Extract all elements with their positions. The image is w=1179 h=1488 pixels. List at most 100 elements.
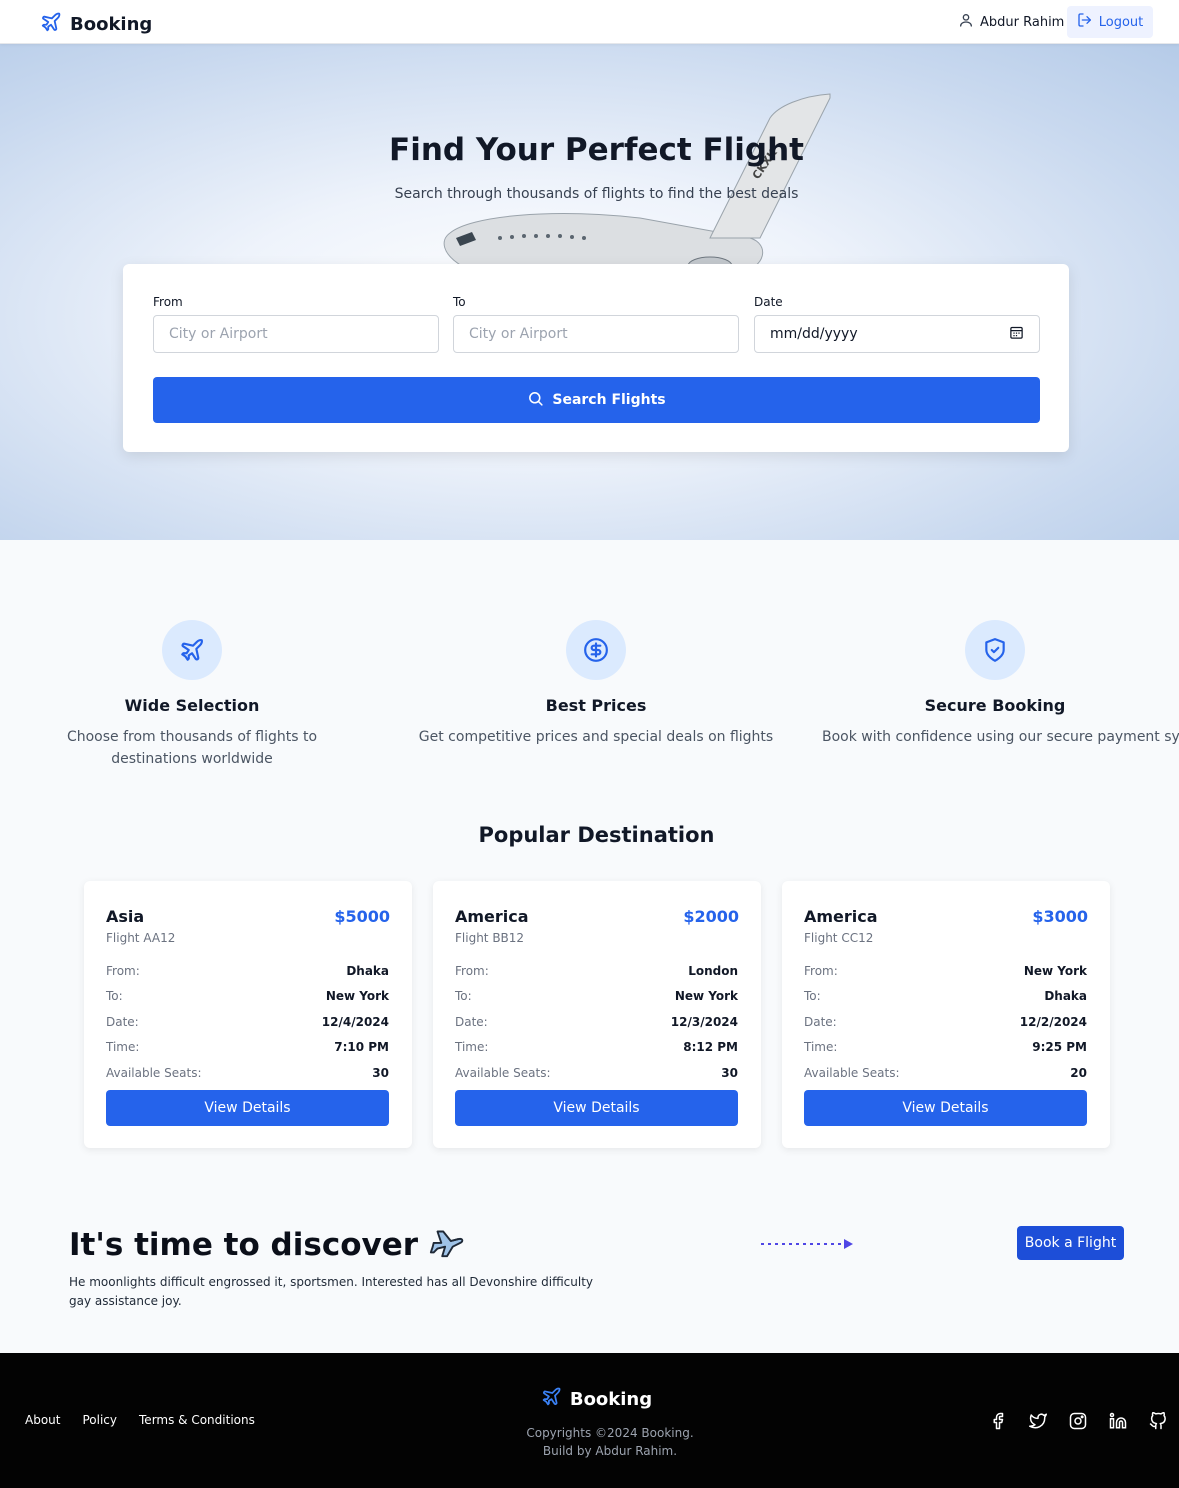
discover-description: He moonlights difficult engrossed it, sp… bbox=[69, 1275, 594, 1308]
to-row: To: New York bbox=[106, 989, 389, 1003]
logout-label: Logout bbox=[1098, 14, 1144, 30]
seats-value: 30 bbox=[721, 1066, 738, 1080]
flight-search-form: From To Date mm/dd/yyyy Search Flights bbox=[123, 264, 1069, 452]
time-row: Time: 8:12 PM bbox=[455, 1040, 738, 1054]
feature-title: Best Prices bbox=[545, 696, 647, 715]
calendar-icon[interactable] bbox=[1009, 325, 1024, 344]
logout-button[interactable]: Logout bbox=[1067, 6, 1153, 38]
time-key: Time: bbox=[804, 1040, 838, 1054]
destination-card: America $2000 Flight BB12 From: London To… bbox=[433, 881, 761, 1148]
facebook-icon[interactable] bbox=[988, 1411, 1008, 1431]
from-input[interactable] bbox=[153, 315, 439, 353]
time-value: 9:25 PM bbox=[1032, 1040, 1087, 1054]
popular-destination-title: Popular Destination bbox=[478, 823, 715, 847]
search-flights-label: Search Flights bbox=[552, 392, 666, 408]
to-key: To: bbox=[106, 989, 123, 1003]
seats-key: Available Seats: bbox=[804, 1066, 900, 1080]
time-key: Time: bbox=[455, 1040, 489, 1054]
from-value: Dhaka bbox=[346, 964, 389, 978]
to-input[interactable] bbox=[453, 315, 739, 353]
feature-wide-selection: Wide Selection Choose from thousands of … bbox=[2, 620, 382, 770]
to-key: To: bbox=[455, 989, 472, 1003]
date-key: Date: bbox=[804, 1015, 837, 1029]
to-value: New York bbox=[674, 989, 738, 1003]
flight-number: Flight CC12 bbox=[804, 931, 874, 945]
logout-icon bbox=[1077, 12, 1093, 32]
user-name: Abdur Rahim bbox=[980, 14, 1065, 30]
search-flights-button[interactable]: Search Flights bbox=[153, 377, 1040, 423]
time-key: Time: bbox=[106, 1040, 140, 1054]
feature-description: Book with confidence using our secure pa… bbox=[822, 729, 1179, 745]
linkedin-icon[interactable] bbox=[1108, 1411, 1128, 1431]
github-icon[interactable] bbox=[1148, 1411, 1168, 1431]
time-value: 7:10 PM bbox=[334, 1040, 389, 1054]
airplane-emoji-icon bbox=[428, 1222, 466, 1268]
feature-description: Get competitive prices and special deals… bbox=[418, 729, 774, 745]
to-value: New York bbox=[325, 989, 389, 1003]
dashed-arrow-icon bbox=[761, 1239, 853, 1249]
plane-icon bbox=[541, 1386, 562, 1412]
view-details-button[interactable]: View Details bbox=[106, 1090, 389, 1126]
dollar-icon bbox=[566, 620, 626, 680]
time-row: Time: 7:10 PM bbox=[106, 1040, 389, 1054]
date-value: 12/4/2024 bbox=[321, 1015, 389, 1029]
date-value: mm/dd/yyyy bbox=[770, 326, 858, 342]
feature-description: Choose from thousands of flights to dest… bbox=[66, 729, 318, 767]
hero-title: Find Your Perfect Flight bbox=[389, 132, 804, 168]
time-row: Time: 9:25 PM bbox=[804, 1040, 1087, 1054]
view-details-button[interactable]: View Details bbox=[455, 1090, 738, 1126]
time-value: 8:12 PM bbox=[683, 1040, 738, 1054]
destination-region: America bbox=[455, 907, 529, 926]
date-key: Date: bbox=[106, 1015, 139, 1029]
footer-brand[interactable]: Booking bbox=[0, 1386, 1179, 1412]
flight-number: Flight BB12 bbox=[455, 931, 525, 945]
book-a-flight-button[interactable]: Book a Flight bbox=[1017, 1226, 1124, 1260]
from-key: From: bbox=[804, 964, 838, 978]
date-value: 12/3/2024 bbox=[670, 1015, 738, 1029]
credit-text: Build by Abdur Rahim. bbox=[542, 1444, 678, 1458]
seats-value: 20 bbox=[1070, 1066, 1087, 1080]
social-links bbox=[988, 1411, 1168, 1431]
from-key: From: bbox=[455, 964, 489, 978]
destination-price: $3000 bbox=[1032, 907, 1088, 926]
seats-row: Available Seats: 30 bbox=[455, 1066, 738, 1080]
from-value: London bbox=[688, 964, 738, 978]
feature-title: Secure Booking bbox=[924, 696, 1066, 715]
feature-best-prices: Best Prices Get competitive prices and s… bbox=[406, 620, 786, 748]
plane-icon bbox=[162, 620, 222, 680]
from-row: From: New York bbox=[804, 964, 1087, 978]
to-label: To bbox=[453, 295, 466, 309]
twitter-icon[interactable] bbox=[1028, 1411, 1048, 1431]
flight-number: Flight AA12 bbox=[106, 931, 176, 945]
destination-price: $2000 bbox=[683, 907, 739, 926]
footer: About Policy Terms & Conditions Booking … bbox=[0, 1353, 1179, 1488]
instagram-icon[interactable] bbox=[1068, 1411, 1088, 1431]
date-label: Date bbox=[754, 295, 783, 309]
destination-region: Asia bbox=[106, 907, 145, 926]
user-menu[interactable]: Abdur Rahim bbox=[958, 12, 1064, 32]
seats-row: Available Seats: 30 bbox=[106, 1066, 389, 1080]
hero-subtitle: Search through thousands of flights to f… bbox=[394, 186, 799, 202]
brand-logo[interactable]: Booking bbox=[40, 11, 152, 37]
feature-secure-booking: Secure Booking Book with confidence usin… bbox=[811, 620, 1179, 748]
from-key: From: bbox=[106, 964, 140, 978]
to-value: Dhaka bbox=[1044, 989, 1087, 1003]
destination-card: Asia $5000 Flight AA12 From: Dhaka To: New… bbox=[84, 881, 412, 1148]
destination-price: $5000 bbox=[334, 907, 390, 926]
brand-name: Booking bbox=[70, 13, 153, 35]
from-label: From bbox=[153, 295, 183, 309]
date-row: Date: 12/2/2024 bbox=[804, 1015, 1087, 1029]
seats-value: 30 bbox=[372, 1066, 389, 1080]
date-row: Date: 12/4/2024 bbox=[106, 1015, 389, 1029]
hero-section: CKXK Find Your Perfect Flight Search thr… bbox=[0, 44, 1179, 540]
view-details-button[interactable]: View Details bbox=[804, 1090, 1087, 1126]
date-key: Date: bbox=[455, 1015, 488, 1029]
feature-title: Wide Selection bbox=[124, 696, 260, 715]
date-value: 12/2/2024 bbox=[1019, 1015, 1087, 1029]
top-navbar: Booking Abdur Rahim Logout bbox=[0, 0, 1179, 44]
plane-icon bbox=[40, 11, 62, 37]
to-key: To: bbox=[804, 989, 821, 1003]
date-input[interactable]: mm/dd/yyyy bbox=[754, 315, 1040, 353]
date-row: Date: 12/3/2024 bbox=[455, 1015, 738, 1029]
destination-region: America bbox=[804, 907, 878, 926]
